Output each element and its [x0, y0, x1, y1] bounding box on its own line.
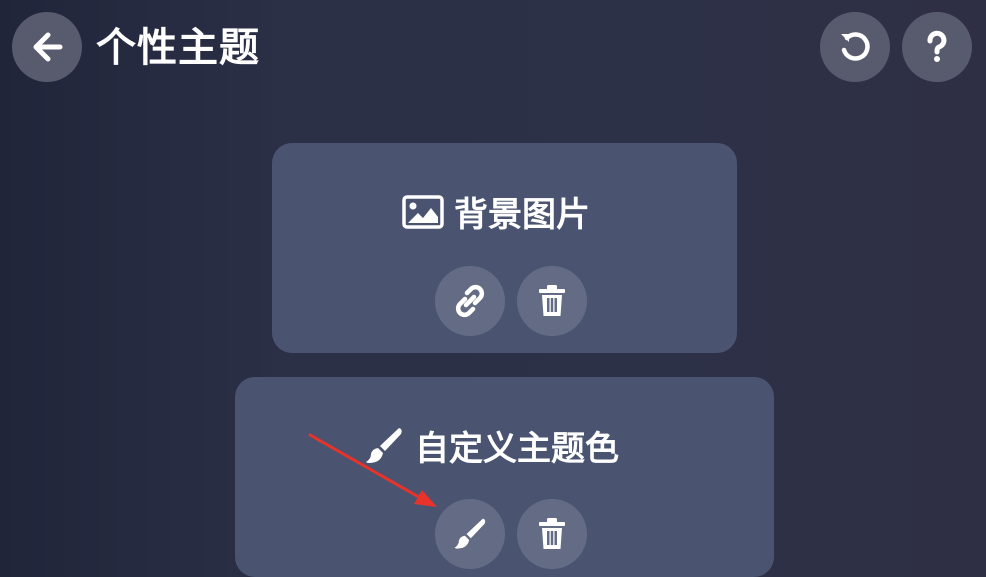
delete-image-button[interactable]: [517, 266, 587, 336]
background-image-label: 背景图片: [454, 195, 590, 235]
help-button[interactable]: [902, 12, 972, 82]
custom-theme-color-card: 自定义主题色: [235, 377, 774, 577]
page-title: 个性主题: [96, 25, 260, 71]
paintbrush-icon: [454, 518, 486, 549]
trash-icon: [539, 285, 565, 316]
undo-icon: [841, 32, 870, 61]
link-image-button[interactable]: [435, 266, 505, 336]
image-icon: [402, 194, 444, 229]
delete-theme-color-button[interactable]: [517, 499, 587, 569]
paintbrush-icon: [363, 425, 405, 467]
custom-theme-color-label: 自定义主题色: [415, 429, 619, 469]
background-image-card: 背景图片: [272, 143, 737, 353]
question-icon: [927, 30, 947, 62]
edit-theme-color-button[interactable]: [435, 499, 505, 569]
back-button[interactable]: [12, 12, 82, 82]
reset-button[interactable]: [820, 12, 890, 82]
custom-theme-color-card-title: 自定义主题色: [363, 421, 619, 470]
background-image-card-title: 背景图片: [402, 187, 590, 236]
link-icon: [455, 284, 485, 318]
trash-icon: [539, 518, 565, 549]
arrow-left-icon: [33, 32, 63, 62]
